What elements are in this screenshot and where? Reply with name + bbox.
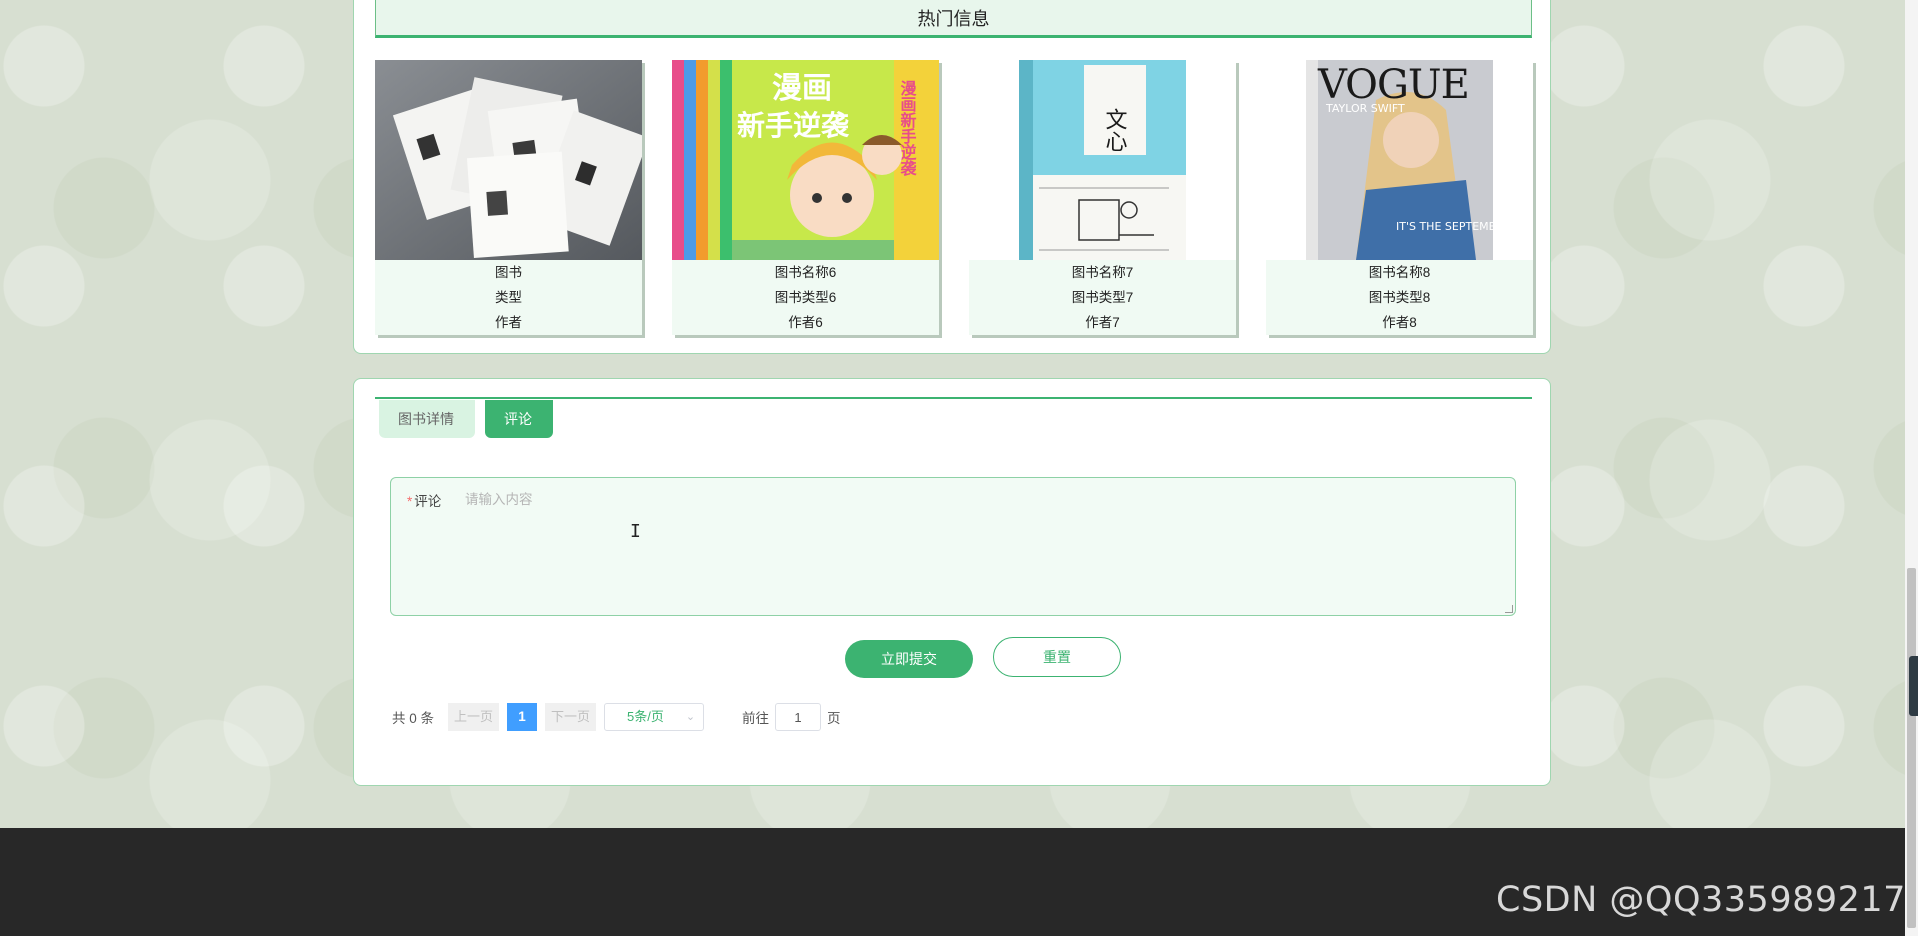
tab-comment[interactable]: 评论 [485,400,553,438]
goto-page-input[interactable] [775,703,822,731]
page-size-select[interactable]: 5条/页 ⌄ [604,703,705,731]
book-cover-image[interactable]: VOGUE TAYLOR SWIFT IT'S THE SEPTEMBER IS… [1266,60,1533,260]
side-float-widget[interactable] [1909,656,1918,716]
book-meta: 图书名称6 图书类型6 作者6 [672,260,939,335]
required-mark: * [407,494,413,509]
book-card[interactable]: VOGUE TAYLOR SWIFT IT'S THE SEPTEMBER IS… [1266,60,1533,335]
book-type: 类型 [495,290,522,305]
book-meta: 图书名称8 图书类型8 作者8 [1266,260,1533,335]
book-name: 图书名称7 [1071,265,1134,280]
page-scrollbar-thumb[interactable] [1907,568,1916,928]
submit-button[interactable]: 立即提交 [845,640,973,678]
chevron-down-icon: ⌄ [685,711,696,723]
page-unit-label: 页 [827,711,841,726]
book-author: 作者 [495,315,522,330]
book-author: 作者7 [1085,315,1120,330]
comment-textarea[interactable] [465,488,1495,606]
book-meta: 图书 类型 作者 [375,260,642,335]
book-list: 图书 类型 作者 漫画 新手逆袭 漫画新手逆袭 图书名称6 图书类型6 作者6 … [375,60,1535,335]
tab-book-detail[interactable]: 图书详情 [379,400,475,438]
book-cover-image[interactable]: 文心 [969,60,1236,260]
book-author: 作者8 [1382,315,1417,330]
hot-info-title: 热门信息 [375,0,1532,38]
cover-headline-text: IT'S THE SEPTEMBER ISSUE! [1396,220,1533,233]
comment-label-text: 评论 [414,494,442,509]
next-page-button[interactable]: 下一页 [545,703,597,731]
book-name: 图书名称8 [1368,265,1431,280]
cover-subtitle-text: 新手逆袭 [737,109,850,142]
book-meta: 图书名称7 图书类型7 作者7 [969,260,1236,335]
hot-info-panel: 热门信息 图书 类型 作者 漫画 新手逆袭 漫画新手逆袭 图书名称6 图书类型6… [353,0,1551,354]
book-card[interactable]: 文心 图书名称7 图书类型7 作者7 [969,60,1236,335]
goto-label: 前往 [742,711,770,726]
pagination-total: 共 0 条 [392,711,435,726]
comment-form-item: * 评论 [390,477,1516,616]
textarea-resize-handle[interactable] [1505,605,1513,613]
book-card[interactable]: 图书 类型 作者 [375,60,642,335]
pagination: 共 0 条 上一页 1 下一页 5条/页 ⌄ 前往 页 [392,703,841,731]
detail-panel: 图书详情 评论 *评论 I 立即提交 重置 共 0 条 上一页 1 下一页 5条… [353,378,1551,786]
page-size-value: 5条/页 [627,709,664,724]
book-type: 图书类型6 [774,290,837,305]
book-cover-image[interactable] [375,60,642,260]
book-type: 图书类型8 [1368,290,1431,305]
cover-title-text: 文心 [1102,108,1128,152]
book-name: 图书名称6 [774,265,837,280]
cover-name-text: TAYLOR SWIFT [1325,102,1405,115]
detail-tabs: 图书详情 评论 [375,397,1532,439]
text-cursor-icon: I [630,521,641,542]
book-cover-image[interactable]: 漫画 新手逆袭 漫画新手逆袭 [672,60,939,260]
cover-title-text: 漫画 [772,71,832,106]
reset-button[interactable]: 重置 [993,637,1121,677]
book-card[interactable]: 漫画 新手逆袭 漫画新手逆袭 图书名称6 图书类型6 作者6 [672,60,939,335]
page-number-current[interactable]: 1 [507,703,538,731]
book-type: 图书类型7 [1071,290,1134,305]
book-author: 作者6 [788,315,823,330]
prev-page-button[interactable]: 上一页 [448,703,500,731]
watermark-text: CSDN @QQ3359892174 [1496,880,1918,920]
comment-label: * 评论 [407,490,441,510]
book-name: 图书 [495,265,522,280]
